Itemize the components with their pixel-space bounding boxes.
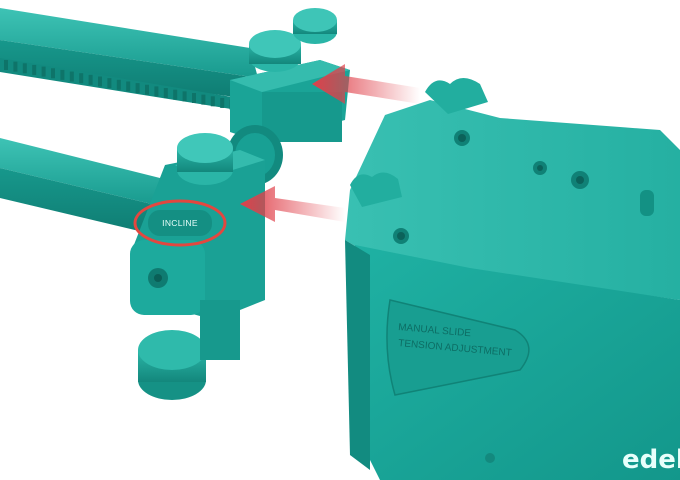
rack-tooth bbox=[13, 61, 18, 72]
rack-tooth bbox=[32, 64, 37, 75]
product-illustration: INCLINE MANUAL SLIDE TENSION ADJUSTMENT … bbox=[0, 8, 680, 480]
rack-tooth bbox=[69, 71, 74, 82]
rack-tooth bbox=[126, 81, 131, 92]
incline-label: INCLINE bbox=[162, 218, 198, 228]
rack-tooth bbox=[4, 60, 8, 70]
rack-tooth bbox=[210, 96, 215, 107]
rack-tooth bbox=[107, 78, 112, 89]
upper-knob bbox=[249, 30, 301, 72]
rack-tooth bbox=[220, 97, 225, 108]
rack-tooth bbox=[182, 91, 187, 102]
rack-tooth bbox=[51, 68, 55, 79]
rack-tooth bbox=[145, 84, 149, 95]
rack-tooth bbox=[163, 88, 168, 99]
rack-tooth bbox=[60, 69, 65, 80]
rack-tooth bbox=[79, 73, 84, 84]
rack-tooth bbox=[135, 83, 140, 94]
rack-tooth bbox=[98, 76, 102, 87]
rack-tooth bbox=[41, 66, 46, 77]
rear-knob bbox=[293, 8, 337, 44]
end-cap bbox=[130, 240, 205, 315]
rack-tooth bbox=[22, 63, 27, 74]
rack-tooth bbox=[201, 94, 206, 105]
bottom-knob bbox=[138, 330, 206, 400]
rack-tooth bbox=[154, 86, 159, 97]
rack-tooth bbox=[173, 89, 178, 100]
rack-tooth bbox=[88, 74, 93, 85]
brand-logo: edel bbox=[622, 445, 680, 475]
rack-tooth bbox=[192, 93, 196, 103]
lower-knob bbox=[177, 133, 233, 185]
motor-unit: MANUAL SLIDE TENSION ADJUSTMENT edel bbox=[345, 78, 680, 480]
rack-tooth bbox=[116, 79, 121, 90]
lower-carriage bbox=[130, 133, 265, 400]
